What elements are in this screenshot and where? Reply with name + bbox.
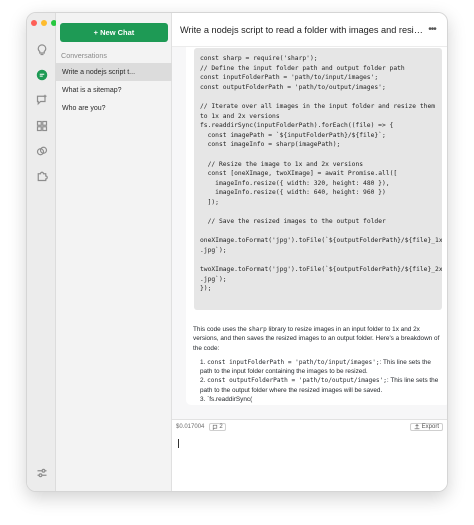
grid-icon[interactable]: [33, 117, 50, 134]
explanation-text-start: This code uses the: [193, 326, 249, 333]
app-window: + New Chat Conversations Write a nodejs …: [26, 12, 448, 492]
chat-icon[interactable]: [33, 66, 50, 83]
chat-header: Write a nodejs script to read a folder w…: [172, 13, 447, 47]
inline-code-sharp: sharp: [248, 326, 267, 333]
conversations-heading: Conversations: [61, 51, 107, 60]
more-options-button[interactable]: •••: [425, 24, 439, 35]
breakdown-item: 3. `fs.readdirSync(: [200, 395, 443, 404]
token-count-badge: 2: [209, 422, 226, 431]
chat-title: Write a nodejs script to read a folder w…: [180, 24, 425, 35]
message-list[interactable]: const sharp = require('sharp'); // Defin…: [172, 47, 447, 419]
connections-icon[interactable]: [33, 142, 50, 159]
new-chat-button[interactable]: + New Chat: [60, 23, 168, 42]
breakdown-number: 2.: [200, 377, 206, 385]
conversation-item-nodejs-script[interactable]: Write a nodejs script t...: [56, 63, 172, 81]
breakdown-item: 2. const outputFolderPath = 'path/to/out…: [200, 376, 443, 395]
message-input[interactable]: [172, 433, 447, 491]
export-icon: [414, 423, 420, 429]
breakdown-list: 1. const inputFolderPath = 'path/to/inpu…: [193, 358, 443, 404]
code-block[interactable]: const sharp = require('sharp'); // Defin…: [194, 48, 442, 310]
sliders-icon[interactable]: [33, 464, 50, 481]
puzzle-icon[interactable]: [33, 167, 50, 184]
token-icon: [213, 424, 218, 430]
conversation-item-who-are-you[interactable]: Who are you?: [56, 99, 172, 117]
breakdown-item: 1. const inputFolderPath = 'path/to/inpu…: [200, 358, 443, 377]
chat-plus-icon[interactable]: [33, 91, 50, 108]
breakdown-text: `fs.readdirSync(: [207, 396, 253, 404]
window-controls: [31, 20, 57, 26]
assistant-message-explanation: This code uses the sharp library to resi…: [186, 321, 447, 405]
assistant-message-code: const sharp = require('sharp'); // Defin…: [186, 47, 447, 350]
export-label: Export: [421, 423, 439, 430]
explanation-paragraph: This code uses the sharp library to resi…: [193, 325, 443, 353]
breakdown-number: 3.: [200, 396, 206, 404]
export-button[interactable]: Export: [409, 422, 443, 431]
breakdown-code: const outputFolderPath = 'path/to/output…: [207, 377, 387, 385]
chat-main: Write a nodejs script to read a folder w…: [172, 13, 447, 491]
conversation-item-sitemap[interactable]: What is a sitemap?: [56, 81, 172, 99]
text-cursor: [178, 439, 179, 448]
close-window-button[interactable]: [31, 20, 37, 26]
lightbulb-icon[interactable]: [33, 41, 50, 58]
breakdown-number: 1.: [200, 358, 206, 366]
icon-rail: [27, 13, 57, 491]
token-count: 2: [219, 423, 223, 430]
composer-toolbar: $0.017004 2 Export: [172, 419, 447, 433]
conversations-sidebar: + New Chat Conversations Write a nodejs …: [56, 13, 172, 491]
cost-label: $0.017004: [176, 423, 205, 430]
breakdown-code: const inputFolderPath = 'path/to/input/i…: [207, 358, 380, 366]
conversation-list: Write a nodejs script t... What is a sit…: [56, 63, 172, 117]
minimize-window-button[interactable]: [41, 20, 47, 26]
